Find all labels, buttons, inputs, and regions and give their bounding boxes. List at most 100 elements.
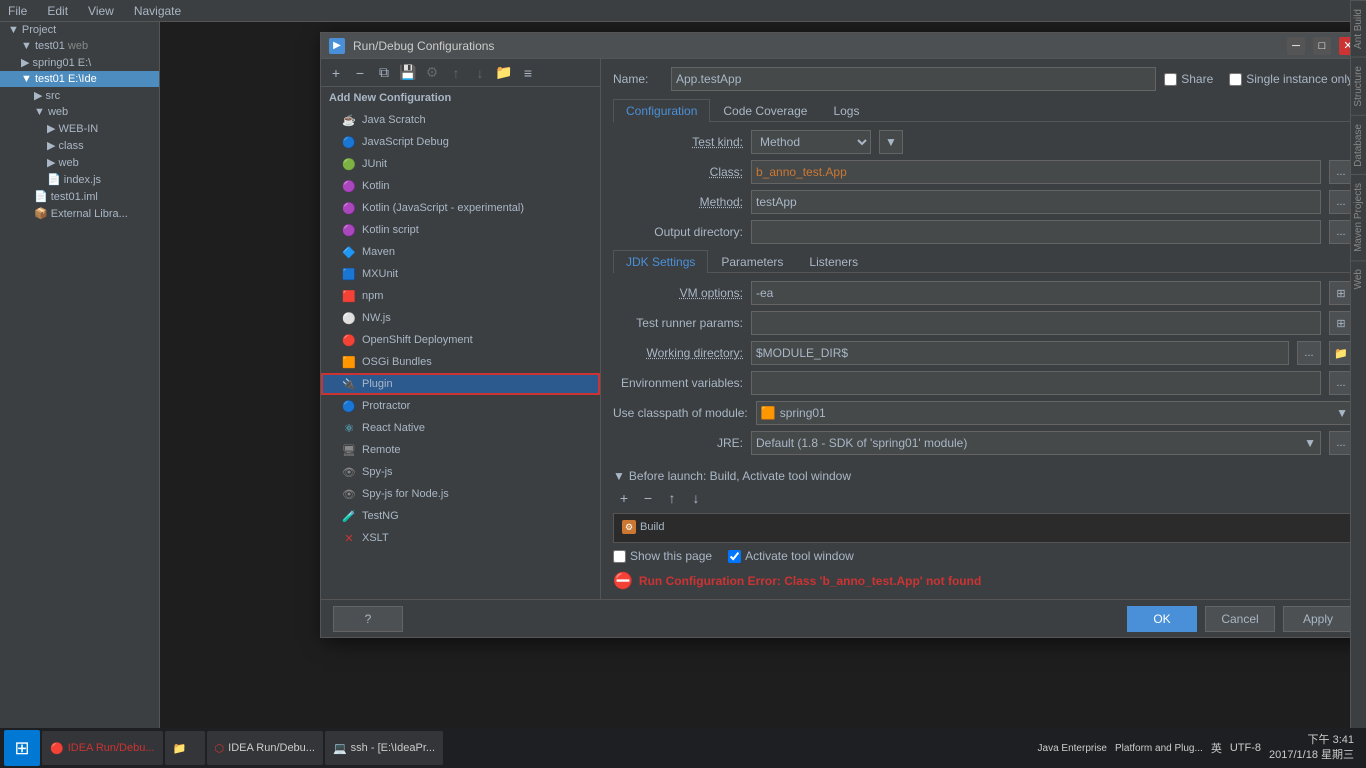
sidebar-item-test01[interactable]: ▼ test01 web [0, 38, 159, 54]
taskbar-item-ssh[interactable]: 💻 ssh - [E:\IdeaPr... [325, 731, 443, 765]
jre-dropdown[interactable]: Default (1.8 - SDK of 'spring01' module)… [751, 431, 1321, 455]
test-kind-select[interactable]: Method Class Package [751, 130, 871, 154]
taskbar-item-explorer[interactable]: 📁 [165, 731, 205, 765]
config-item-plugin[interactable]: 🔌 Plugin [321, 373, 600, 395]
config-item-kotlin-script[interactable]: 🟣 Kotlin script [321, 219, 600, 241]
ok-button[interactable]: OK [1127, 606, 1197, 632]
javascript-debug-icon: 🔵 [341, 134, 357, 150]
config-item-junit[interactable]: 🟢 JUnit [321, 153, 600, 175]
sidebar-item-iml[interactable]: 📄 test01.iml [0, 188, 159, 205]
working-dir-input[interactable] [751, 341, 1289, 365]
save-temp-button[interactable]: 💾 [397, 62, 419, 84]
config-item-kotlin[interactable]: 🟣 Kotlin [321, 175, 600, 197]
menu-navigate[interactable]: Navigate [130, 4, 185, 18]
module-dropdown[interactable]: 🟧 spring01 ▼ [756, 401, 1353, 425]
share-row: Share Single instance only [1164, 72, 1353, 86]
config-item-maven[interactable]: 🔷 Maven [321, 241, 600, 263]
menu-edit[interactable]: Edit [43, 4, 72, 18]
config-item-nwjs[interactable]: ⚪ NW.js [321, 307, 600, 329]
output-dir-input[interactable] [751, 220, 1321, 244]
before-launch-header[interactable]: ▼ Before launch: Build, Activate tool wi… [613, 469, 1353, 483]
config-item-remote[interactable]: 🖥 Remote [321, 439, 600, 461]
test-kind-dropdown-btn[interactable]: ▼ [879, 130, 903, 154]
before-launch-down-button[interactable]: ↓ [685, 487, 707, 509]
jre-dropdown-arrow: ▼ [1304, 436, 1316, 450]
config-item-mxunit[interactable]: 🟦 MXUnit [321, 263, 600, 285]
config-item-osgi[interactable]: 🟧 OSGi Bundles [321, 351, 600, 373]
sub-tab-listeners[interactable]: Listeners [796, 250, 871, 273]
copy-config-button[interactable]: ⧉ [373, 62, 395, 84]
config-item-react-native[interactable]: ⚛ React Native [321, 417, 600, 439]
single-instance-checkbox[interactable] [1229, 73, 1242, 86]
help-button[interactable]: ? [333, 606, 403, 632]
sidebar-item-test01-expand[interactable]: ▼ test01 E:\Ide [0, 71, 159, 87]
share-checkbox[interactable] [1164, 73, 1177, 86]
sidebar-item-src[interactable]: ▶ src [0, 87, 159, 104]
apply-button[interactable]: Apply [1283, 606, 1353, 632]
sidebar-item-web2[interactable]: ▶ web [0, 154, 159, 171]
method-input[interactable] [751, 190, 1321, 214]
sub-tab-parameters[interactable]: Parameters [708, 250, 796, 273]
before-launch-add-button[interactable]: + [613, 487, 635, 509]
before-launch-remove-button[interactable]: − [637, 487, 659, 509]
working-dir-browse-button[interactable]: ... [1297, 341, 1321, 365]
name-input[interactable] [671, 67, 1156, 91]
tab-code-coverage[interactable]: Code Coverage [710, 99, 820, 122]
add-new-configuration-header: Add New Configuration [321, 87, 600, 109]
sidebar-item-external[interactable]: 📦 External Libra... [0, 205, 159, 222]
dialog-maximize-button[interactable]: □ [1313, 37, 1331, 55]
sidebar-item-web[interactable]: ▼ web [0, 104, 159, 120]
config-item-spyjs[interactable]: 👁 Spy-js [321, 461, 600, 483]
jre-row: JRE: Default (1.8 - SDK of 'spring01' mo… [613, 431, 1353, 455]
config-item-openshift[interactable]: 🔴 OpenShift Deployment [321, 329, 600, 351]
config-item-java-scratch[interactable]: ☕ Java Scratch [321, 109, 600, 131]
before-launch-section: ▼ Before launch: Build, Activate tool wi… [613, 469, 1353, 543]
config-item-testng[interactable]: 🧪 TestNG [321, 505, 600, 527]
tab-configuration[interactable]: Configuration [613, 99, 710, 122]
config-item-xslt[interactable]: ✕ XSLT [321, 527, 600, 549]
right-panel-ant-build[interactable]: Ant Build [1351, 0, 1366, 57]
taskbar-item-idea2[interactable]: ⬡ IDEA Run/Debu... [207, 731, 323, 765]
right-panel-structure[interactable]: Structure [1351, 57, 1366, 115]
dialog-minimize-button[interactable]: ─ [1287, 37, 1305, 55]
config-item-kotlin-js[interactable]: 🟣 Kotlin (JavaScript - experimental) [321, 197, 600, 219]
start-button[interactable]: ⊞ [4, 730, 40, 766]
sidebar-item-indexjs[interactable]: 📄 index.js [0, 171, 159, 188]
cancel-button[interactable]: Cancel [1205, 606, 1275, 632]
menu-view[interactable]: View [84, 4, 118, 18]
config-item-javascript-debug[interactable]: 🔵 JavaScript Debug [321, 131, 600, 153]
config-item-spyjs-node[interactable]: 👁 Spy-js for Node.js [321, 483, 600, 505]
sidebar-item-spring01[interactable]: ▶ spring01 E:\ [0, 54, 159, 71]
move-up-button[interactable]: ↑ [445, 62, 467, 84]
folder-button[interactable]: 📁 [493, 62, 515, 84]
show-this-page-checkbox[interactable] [613, 550, 626, 563]
test-runner-input[interactable] [751, 311, 1321, 335]
config-item-protractor[interactable]: 🔵 Protractor [321, 395, 600, 417]
sidebar-item-webin[interactable]: ▶ WEB-IN [0, 120, 159, 137]
tray-lang: 英 [1211, 740, 1222, 756]
before-launch-up-button[interactable]: ↑ [661, 487, 683, 509]
right-panel-maven[interactable]: Maven Projects [1351, 174, 1366, 260]
project-header[interactable]: ▼ Project [0, 22, 159, 38]
dialog-right-panel: Name: Share Single instance [601, 59, 1365, 599]
settings-button[interactable]: ⚙ [421, 62, 443, 84]
sort-button[interactable]: ≡ [517, 62, 539, 84]
right-panel-web[interactable]: Web [1351, 260, 1366, 297]
add-config-button[interactable]: + [325, 62, 347, 84]
class-input[interactable] [751, 160, 1321, 184]
config-item-npm[interactable]: 🟥 npm [321, 285, 600, 307]
remove-config-button[interactable]: − [349, 62, 371, 84]
tab-logs[interactable]: Logs [820, 99, 872, 122]
menu-file[interactable]: File [4, 4, 31, 18]
vm-options-label: VM options: [613, 286, 743, 300]
sub-tab-jdk-settings[interactable]: JDK Settings [613, 250, 708, 273]
osgi-icon: 🟧 [341, 354, 357, 370]
right-panel-database[interactable]: Database [1351, 115, 1366, 175]
move-down-button[interactable]: ↓ [469, 62, 491, 84]
sidebar-item-class[interactable]: ▶ class [0, 137, 159, 154]
env-vars-input[interactable] [751, 371, 1321, 395]
vm-options-input[interactable] [751, 281, 1321, 305]
activate-tool-window-checkbox[interactable] [728, 550, 741, 563]
before-launch-label: Before launch: Build, Activate tool wind… [629, 469, 851, 483]
taskbar-item-idea[interactable]: 🔴 IDEA Run/Debu... [42, 731, 163, 765]
